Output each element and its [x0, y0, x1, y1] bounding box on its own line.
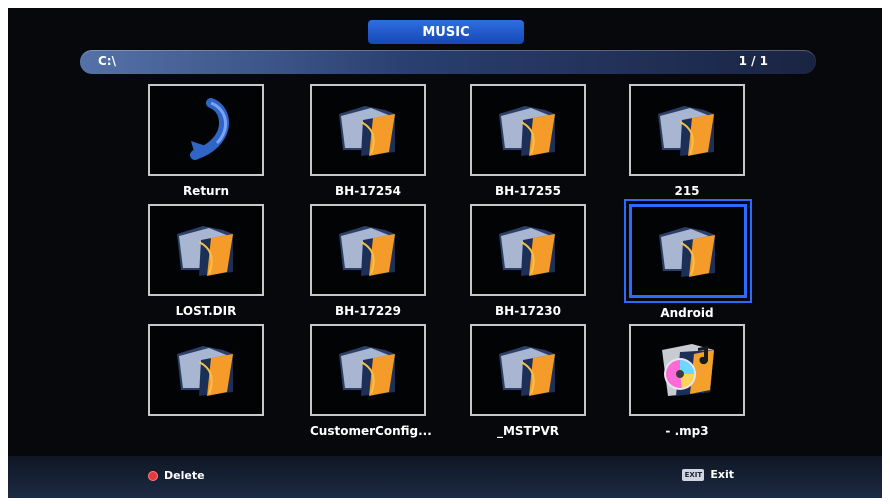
tile-return[interactable]: Return: [148, 84, 264, 198]
tile-label: LOST.DIR: [175, 304, 237, 318]
tile-label: BH-17254: [335, 184, 401, 198]
thumb-music-file[interactable]: [629, 324, 745, 416]
tile-music-file[interactable]: - .mp3: [629, 324, 745, 438]
tile-folder[interactable]: CustomerConfig...: [310, 324, 432, 438]
delete-label: Delete: [164, 469, 205, 482]
tile-label: Android: [660, 306, 714, 320]
tile-folder[interactable]: LOST.DIR: [148, 204, 264, 318]
exit-hint[interactable]: EXIT Exit: [682, 468, 734, 481]
media-browser-screen: MUSIC C:\ 1 / 1 Return BH-17254 BH-17255…: [8, 8, 882, 498]
thumb-folder[interactable]: [470, 324, 586, 416]
folder-icon: [339, 106, 395, 156]
folder-icon: [339, 226, 395, 276]
thumb-folder[interactable]: [629, 84, 745, 176]
tile-folder[interactable]: 215: [629, 84, 745, 198]
folder-icon: [499, 106, 555, 156]
tile-label: BH-17255: [495, 184, 561, 198]
folder-icon: [499, 226, 555, 276]
folder-icon: [659, 227, 715, 277]
footer-bar: Delete EXIT Exit: [8, 456, 882, 498]
folder-icon: [177, 226, 233, 276]
folder-icon: [339, 346, 395, 396]
thumb-folder-selected[interactable]: [629, 204, 747, 298]
delete-hint[interactable]: Delete: [148, 469, 205, 482]
tile-folder[interactable]: BH-17255: [470, 84, 586, 198]
red-button-icon: [148, 470, 158, 481]
tile-label: 215: [674, 184, 700, 198]
tile-folder[interactable]: BH-17230: [470, 204, 586, 318]
exit-label: Exit: [710, 468, 734, 481]
thumb-folder[interactable]: [148, 204, 264, 296]
tile-label: _MSTPVR: [496, 424, 560, 438]
file-grid: Return BH-17254 BH-17255 215 LOST.DIR BH…: [8, 8, 882, 498]
music-file-icon: [662, 344, 714, 396]
tile-label: - .mp3: [665, 424, 709, 438]
tile-folder-selected[interactable]: Android: [629, 204, 747, 320]
tile-label: BH-17229: [335, 304, 401, 318]
thumb-folder[interactable]: [470, 84, 586, 176]
folder-icon: [177, 346, 233, 396]
thumb-folder[interactable]: [148, 324, 264, 416]
folder-icon: [658, 106, 714, 156]
tile-folder[interactable]: BH-17254: [310, 84, 426, 198]
tile-folder[interactable]: BH-17229: [310, 204, 426, 318]
tile-label: BH-17230: [495, 304, 561, 318]
return-arrow-icon: [190, 98, 229, 160]
thumb-folder[interactable]: [310, 84, 426, 176]
tile-folder[interactable]: [148, 324, 264, 424]
thumb-folder[interactable]: [310, 324, 426, 416]
thumb-folder[interactable]: [470, 204, 586, 296]
thumb-folder[interactable]: [310, 204, 426, 296]
folder-icon: [499, 346, 555, 396]
tile-label: Return: [182, 184, 230, 198]
tile-folder[interactable]: _MSTPVR: [470, 324, 586, 438]
tile-label: CustomerConfig...: [310, 424, 432, 438]
exit-key-icon: EXIT: [682, 468, 705, 481]
thumb-return[interactable]: [148, 84, 264, 176]
